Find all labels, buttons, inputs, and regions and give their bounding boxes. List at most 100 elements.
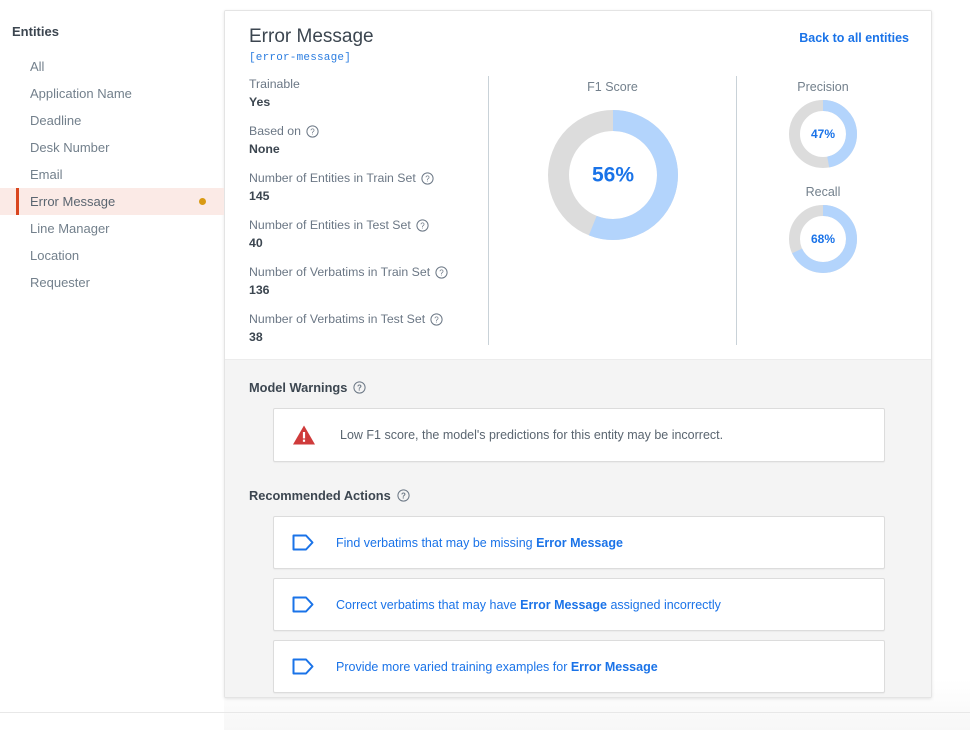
sidebar-item-error-message[interactable]: Error Message — [0, 188, 224, 215]
model-warning-text: Low F1 score, the model's predictions fo… — [340, 428, 724, 442]
stat-item: Number of Entities in Train Set? 145 — [249, 170, 474, 204]
help-icon[interactable]: ? — [306, 124, 319, 138]
precision-recall-column: Precision 47% Recall 68% — [737, 76, 909, 345]
entity-detail-page: Entities All Application Name Deadline Desk… — [0, 0, 970, 730]
card-bottom-section: Model Warnings ? Low F1 score, the model… — [225, 359, 931, 697]
entity-slug: [error-message] — [249, 52, 352, 64]
recommended-action-item[interactable]: Find verbatims that may be missing Error… — [273, 516, 885, 569]
stat-label-text: Number of Entities in Train Set — [249, 171, 416, 185]
recommended-action-text: Provide more varied training examples fo… — [336, 660, 658, 674]
sidebar-item-application-name[interactable]: Application Name — [0, 80, 224, 107]
entity-header: Error Message [error-message] Back to al… — [249, 25, 909, 64]
sidebar-item-label: All — [30, 59, 45, 74]
sidebar-item-line-manager[interactable]: Line Manager — [0, 215, 224, 242]
recall-caption: Recall — [805, 185, 841, 199]
stat-value: None — [249, 142, 280, 156]
page-title: Error Message — [249, 26, 374, 47]
svg-text:?: ? — [401, 491, 406, 500]
sidebar-item-desk-number[interactable]: Desk Number — [0, 134, 224, 161]
sidebar-item-email[interactable]: Email — [0, 161, 224, 188]
sidebar-item-label: Desk Number — [30, 140, 110, 155]
stat-value: 145 — [249, 189, 270, 203]
recommended-actions-heading: Recommended Actions ? — [249, 488, 909, 503]
sidebar-item-label: Location — [30, 248, 80, 263]
svg-text:47%: 47% — [811, 127, 835, 141]
stat-label: Number of Entities in Test Set? — [249, 217, 474, 233]
svg-text:?: ? — [310, 127, 315, 136]
svg-text:?: ? — [357, 383, 362, 392]
sidebar-item-label: Requester — [30, 275, 90, 290]
recommended-action-item[interactable]: Correct verbatims that may have Error Me… — [273, 578, 885, 631]
sidebar-item-label: Application Name — [30, 86, 132, 101]
sidebar-item-label: Email — [30, 167, 63, 182]
status-dot-icon — [199, 198, 206, 205]
recall-donut-chart: 68% — [789, 205, 857, 276]
stat-item: Number of Entities in Test Set? 40 — [249, 217, 474, 251]
sidebar-item-all[interactable]: All — [0, 53, 224, 80]
help-icon[interactable]: ? — [421, 171, 434, 185]
stat-label: Number of Verbatims in Train Set? — [249, 264, 474, 280]
help-icon[interactable]: ? — [353, 381, 366, 394]
stat-item: Number of Verbatims in Train Set? 136 — [249, 264, 474, 298]
recommended-action-item[interactable]: Provide more varied training examples fo… — [273, 640, 885, 693]
tag-icon — [292, 534, 314, 551]
sidebar-item-requester[interactable]: Requester — [0, 269, 224, 296]
action-entity-name: Error Message — [570, 659, 658, 674]
stat-label: Number of Verbatims in Test Set? — [249, 311, 474, 327]
recall-metric: Recall 68% — [789, 185, 857, 276]
help-icon[interactable]: ? — [435, 265, 448, 279]
f1-score-metric: F1 Score 56% — [488, 76, 737, 345]
entities-sidebar: Entities All Application Name Deadline Desk… — [0, 0, 224, 730]
stat-value: Yes — [249, 95, 271, 109]
entity-title-group: Error Message [error-message] — [249, 25, 374, 64]
entity-detail-card: Error Message [error-message] Back to al… — [224, 10, 932, 698]
help-icon[interactable]: ? — [416, 218, 429, 232]
action-suffix: assigned incorrectly — [606, 597, 721, 612]
stat-item: Number of Verbatims in Test Set? 38 — [249, 311, 474, 345]
model-warning-item: Low F1 score, the model's predictions fo… — [273, 408, 885, 462]
sidebar-title: Entities — [12, 24, 59, 39]
stat-label-text: Number of Verbatims in Test Set — [249, 312, 426, 326]
action-entity-name: Error Message — [520, 597, 607, 612]
card-top-section: Error Message [error-message] Back to al… — [225, 11, 931, 359]
model-warnings-label: Model Warnings — [249, 380, 348, 395]
warning-triangle-icon — [292, 424, 316, 446]
svg-text:68%: 68% — [811, 232, 835, 246]
model-warnings-heading: Model Warnings ? — [249, 380, 909, 395]
svg-text:56%: 56% — [591, 164, 633, 187]
stat-value: 40 — [249, 236, 263, 250]
sidebar-item-deadline[interactable]: Deadline — [0, 107, 224, 134]
help-icon[interactable]: ? — [397, 489, 410, 502]
stat-label: Number of Entities in Train Set? — [249, 170, 474, 186]
sidebar-nav-list: All Application Name Deadline Desk Number Em… — [0, 53, 224, 296]
tag-icon — [292, 596, 314, 613]
f1-score-caption: F1 Score — [587, 80, 638, 94]
action-prefix: Correct verbatims that may have — [336, 597, 521, 612]
svg-text:?: ? — [425, 174, 430, 183]
sidebar-item-location[interactable]: Location — [0, 242, 224, 269]
action-entity-name: Error Message — [536, 535, 623, 550]
back-to-all-entities-link[interactable]: Back to all entities — [799, 31, 909, 45]
action-prefix: Provide more varied training examples fo… — [336, 659, 571, 674]
svg-text:?: ? — [420, 221, 425, 230]
svg-text:?: ? — [434, 315, 439, 324]
stat-label-text: Based on — [249, 124, 301, 138]
page-bottom-divider — [0, 712, 970, 713]
stat-label: Trainable — [249, 76, 474, 92]
help-icon[interactable]: ? — [430, 312, 443, 326]
sidebar-item-label: Line Manager — [30, 221, 110, 236]
recommended-action-text: Correct verbatims that may have Error Me… — [336, 598, 721, 612]
f1-score-donut-chart: 56% — [547, 110, 678, 243]
precision-donut-chart: 47% — [789, 100, 857, 171]
metrics-row: Trainable Yes Based on? None Number of Entit… — [249, 76, 909, 359]
stat-value: 38 — [249, 330, 263, 344]
stat-label-text: Trainable — [249, 77, 300, 91]
stat-label: Based on? — [249, 123, 474, 139]
stat-item: Trainable Yes — [249, 76, 474, 110]
svg-text:?: ? — [439, 268, 444, 277]
action-prefix: Find verbatims that may be missing — [336, 535, 537, 550]
stat-label-text: Number of Verbatims in Train Set — [249, 265, 431, 279]
sidebar-item-label: Deadline — [30, 113, 82, 128]
entity-stats-list: Trainable Yes Based on? None Number of Entit… — [249, 76, 488, 345]
precision-metric: Precision 47% — [789, 80, 857, 171]
